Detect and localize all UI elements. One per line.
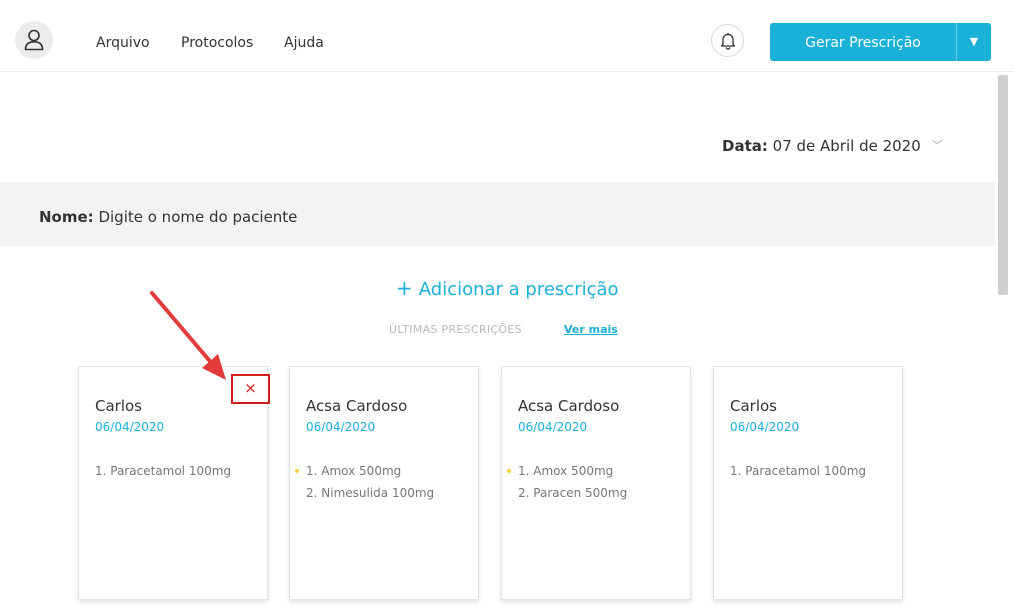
- menu-protocolos[interactable]: Protocolos: [181, 35, 253, 51]
- date-selector[interactable]: Data: 07 de Abril de 2020 ﹀: [722, 137, 943, 155]
- card-date: 06/04/2020: [518, 420, 588, 434]
- medication-item: 1. Paracetamol 100mg: [95, 464, 232, 478]
- medication-text: 1. Amox 500mg: [306, 464, 402, 478]
- prescription-card[interactable]: Acsa Cardoso 06/04/2020 1. Amox 500mg 2.…: [501, 366, 691, 600]
- generate-prescription-button[interactable]: Gerar Prescrição ▼: [770, 23, 991, 61]
- close-icon[interactable]: ×: [231, 374, 270, 404]
- prescription-card[interactable]: Carlos 06/04/2020 1. Paracetamol 100mg: [713, 366, 903, 600]
- arrow-icon: [150, 291, 226, 380]
- see-more-link[interactable]: Ver mais: [564, 323, 618, 336]
- card-patient-name: Carlos: [730, 397, 777, 415]
- bell-icon: [720, 32, 736, 50]
- scrollbar-thumb[interactable]: [998, 75, 1008, 295]
- date-label: Data:: [722, 137, 768, 155]
- add-prescription-label: Adicionar a prescrição: [418, 279, 619, 300]
- card-patient-name: Carlos: [95, 397, 142, 415]
- menu-arquivo[interactable]: Arquivo: [96, 35, 150, 51]
- patient-name-placeholder[interactable]: Digite o nome do paciente: [98, 208, 297, 226]
- notifications-button[interactable]: [711, 24, 744, 57]
- prescription-card[interactable]: Acsa Cardoso 06/04/2020 1. Amox 500mg 2.…: [289, 366, 479, 600]
- patient-name-field[interactable]: Nome: Digite o nome do paciente: [39, 208, 297, 226]
- user-icon: [24, 29, 44, 51]
- card-medications: 1. Amox 500mg 2. Nimesulida 100mg: [295, 460, 435, 504]
- date-value: 07 de Abril de 2020: [772, 137, 921, 155]
- medication-text: 1. Amox 500mg: [518, 464, 614, 478]
- card-medications: 1. Paracetamol 100mg: [730, 460, 866, 482]
- medication-item: 1. Paracetamol 100mg: [730, 464, 867, 478]
- medication-item: 1. Amox 500mg: [295, 460, 434, 482]
- medication-item: 1. Amox 500mg: [507, 460, 627, 482]
- status-dot: [295, 469, 299, 473]
- card-date: 06/04/2020: [306, 420, 376, 434]
- menu-ajuda[interactable]: Ajuda: [284, 35, 324, 51]
- chevron-down-icon: ﹀: [931, 139, 943, 152]
- card-date: 06/04/2020: [730, 420, 800, 434]
- card-medications: 1. Amox 500mg 2. Paracen 500mg: [507, 460, 628, 504]
- top-bar: Arquivo Protocolos Ajuda Gerar Prescriçã…: [0, 0, 1013, 72]
- medication-item: 2. Nimesulida 100mg: [306, 486, 435, 500]
- plus-icon: +: [396, 276, 413, 300]
- recent-prescriptions-title: ÚLTIMAS PRESCRIÇÕES: [389, 323, 522, 336]
- card-patient-name: Acsa Cardoso: [306, 397, 408, 415]
- status-dot: [507, 469, 511, 473]
- patient-name-label: Nome:: [39, 208, 94, 226]
- avatar[interactable]: [15, 21, 53, 59]
- add-prescription-button[interactable]: + Adicionar a prescrição: [396, 276, 619, 300]
- medication-item: 2. Paracen 500mg: [518, 486, 628, 500]
- card-patient-name: Acsa Cardoso: [518, 397, 620, 415]
- prescription-card[interactable]: Carlos 06/04/2020 1. Paracetamol 100mg ×: [78, 366, 270, 600]
- card-date: 06/04/2020: [95, 420, 165, 434]
- generate-prescription-label: Gerar Prescrição: [805, 35, 921, 51]
- caret-down-icon[interactable]: ▼: [957, 23, 991, 61]
- card-medications: 1. Paracetamol 100mg: [95, 460, 231, 482]
